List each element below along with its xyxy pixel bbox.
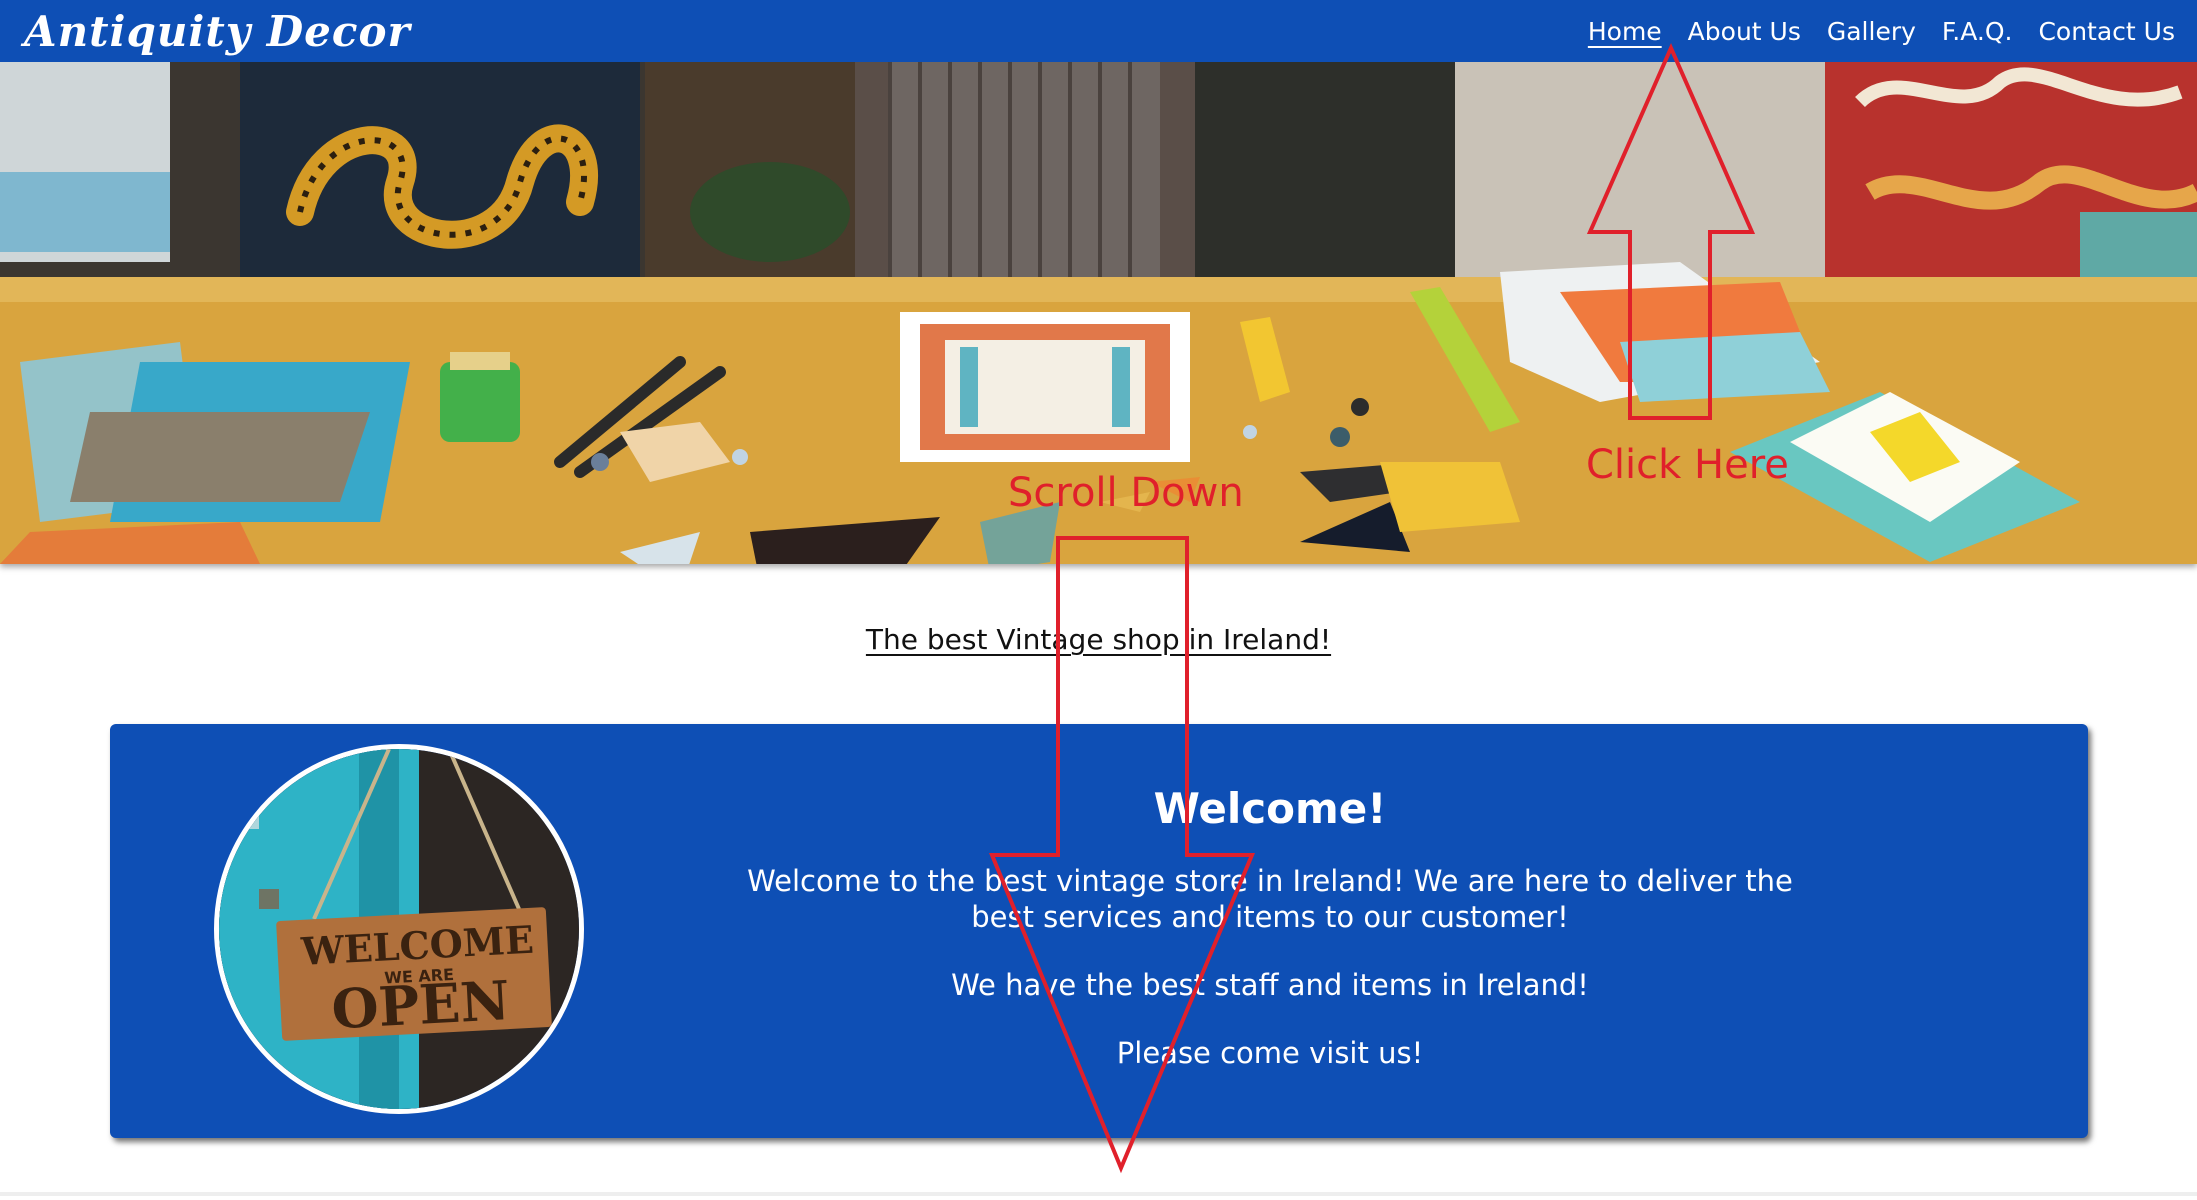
nav-link-contact-us[interactable]: Contact Us [2038, 17, 2175, 46]
page-bottom-edge [0, 1192, 2197, 1196]
tagline: The best Vintage shop in Ireland! [865, 623, 1332, 656]
nav-link-gallery[interactable]: Gallery [1827, 17, 1916, 46]
welcome-paragraph-3: Please come visit us! [1116, 1036, 1424, 1070]
welcome-heading: Welcome! [1153, 784, 1387, 833]
welcome-paragraph-2: We have the best staff and items in Irel… [951, 968, 1589, 1002]
nav-link-home[interactable]: Home [1588, 17, 1662, 46]
brand-logo[interactable]: Antiquity Decor [24, 7, 411, 56]
hero-image [0, 62, 2197, 564]
welcome-text-block: Welcome! Welcome to the best vintage sto… [730, 784, 1810, 1103]
nav-link-faq[interactable]: F.A.Q. [1942, 17, 2013, 46]
nav-links: Home About Us Gallery F.A.Q. Contact Us [1588, 17, 2175, 46]
welcome-card: WELCOME WE ARE OPEN Welcome! Welcome to … [110, 724, 2088, 1138]
sign-text-open: OPEN [330, 968, 511, 1041]
welcome-paragraph-1: Welcome to the best vintage store in Ire… [747, 864, 1793, 934]
navbar: Antiquity Decor Home About Us Gallery F.… [0, 0, 2197, 62]
welcome-sign-photo: WELCOME WE ARE OPEN [214, 744, 584, 1114]
nav-link-about-us[interactable]: About Us [1688, 17, 1801, 46]
